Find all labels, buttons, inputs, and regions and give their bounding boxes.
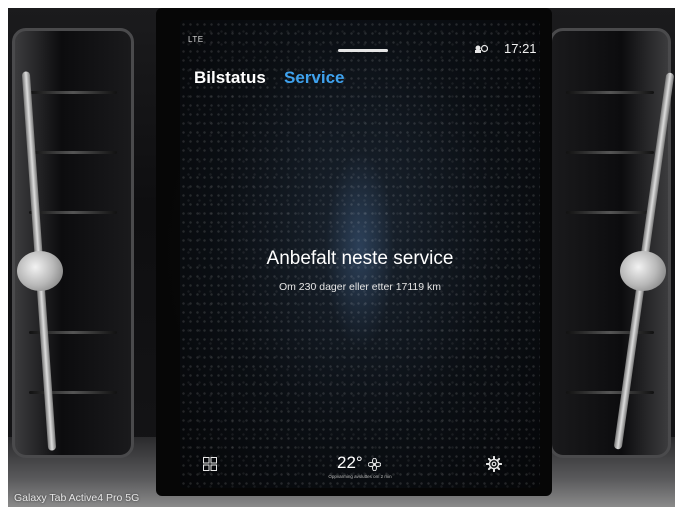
climate-subtitle: Oppvarming avsluttes om 2 min (328, 474, 392, 479)
tab-bilstatus[interactable]: Bilstatus (194, 68, 266, 88)
infotainment-screen: LTE 17:21 Bilstatus Service Anbefalt nes… (180, 20, 540, 488)
left-air-vent (12, 28, 134, 458)
vent-knob (17, 251, 63, 291)
photo-frame: LTE 17:21 Bilstatus Service Anbefalt nes… (8, 8, 675, 507)
camera-watermark: Galaxy Tab Active4 Pro 5G (14, 492, 140, 504)
climate-bar: 22° Oppvarming avsluttes om 2 min (180, 450, 540, 488)
mic-icon (475, 44, 488, 53)
pull-down-handle[interactable] (338, 49, 388, 52)
service-title: Anbefalt neste service (266, 248, 454, 269)
temperature-readout[interactable]: 22° (337, 453, 363, 473)
vent-knob (620, 251, 666, 291)
service-detail: Om 230 dager eller etter 17119 km (278, 281, 442, 293)
gear-icon[interactable] (486, 456, 502, 472)
tab-service[interactable]: Service (284, 68, 345, 88)
network-indicator: LTE (188, 35, 204, 44)
clock: 17:21 (504, 41, 537, 56)
fan-icon[interactable] (368, 458, 381, 471)
status-bar: LTE 17:21 (180, 20, 540, 56)
right-air-vent (549, 28, 675, 458)
grid-icon[interactable] (203, 457, 217, 471)
